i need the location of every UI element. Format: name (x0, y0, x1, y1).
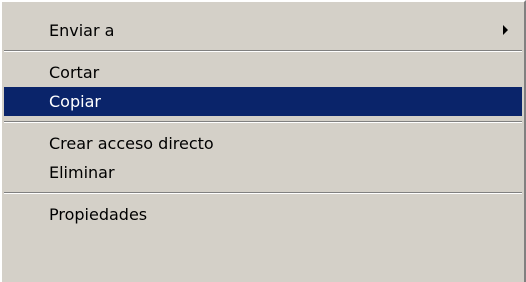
menu-item-enviar-a[interactable]: Enviar a (4, 16, 522, 45)
menu-item-cortar[interactable]: Cortar (4, 58, 522, 87)
menu-item-label: Enviar a (49, 21, 115, 40)
menu-item-eliminar[interactable]: Eliminar (4, 158, 522, 187)
menu-item-label: Propiedades (49, 205, 148, 224)
menu-item-label: Eliminar (49, 163, 115, 182)
menu-separator (4, 121, 522, 123)
menu-item-label: Copiar (49, 92, 101, 111)
menu-item-label: Cortar (49, 63, 100, 82)
context-menu: Enviar a Cortar Copiar Crear acceso dire… (0, 0, 526, 282)
menu-item-copiar[interactable]: Copiar (4, 87, 522, 116)
menu-separator (4, 192, 522, 194)
menu-item-label: Crear acceso directo (49, 134, 214, 153)
menu-item-crear-acceso-directo[interactable]: Crear acceso directo (4, 129, 522, 158)
menu-item-propiedades[interactable]: Propiedades (4, 200, 522, 229)
menu-separator (4, 50, 522, 52)
submenu-arrow-icon (503, 25, 508, 35)
